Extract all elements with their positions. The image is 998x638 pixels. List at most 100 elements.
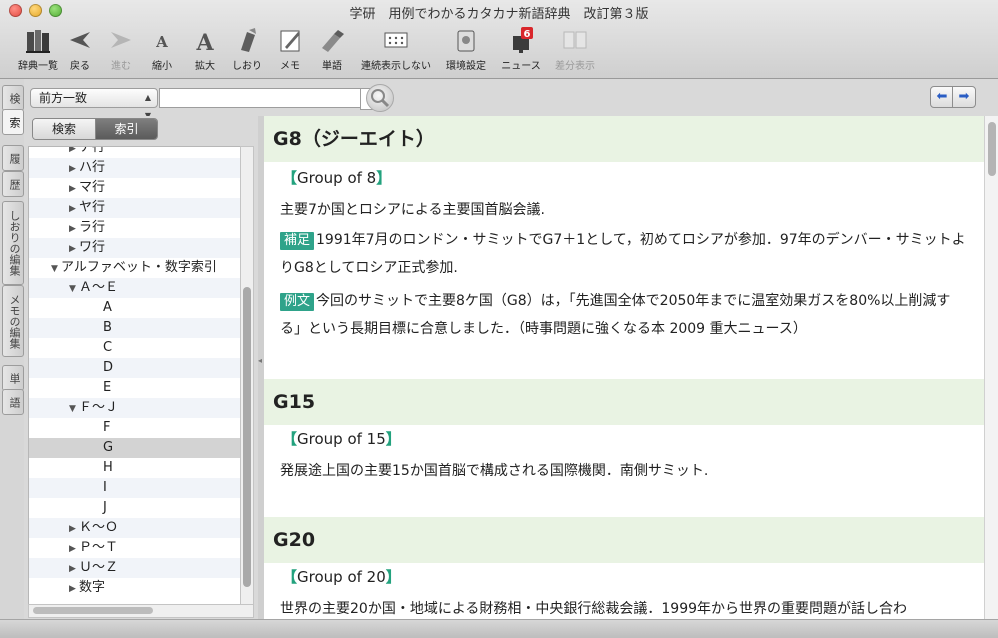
example-tag: 例文 [280,293,315,311]
tree-row[interactable]: ▶ 数字 [29,578,241,598]
tree-row-label: ラ行 [79,220,106,235]
toolbar-continuous-view-button[interactable]: 連続表示しない [361,24,431,74]
news-mailbox-icon: 6 [513,27,533,53]
tree-row[interactable]: A [29,298,241,318]
index-panel: 検索 索引 ▶ ナ行 ▶ ハ行 ▶ マ行 ▶ ヤ行 ▶ ラ行 ▶ ワ行 ▼ アルファベット・数字索引 ▼ Ａ～… [24,116,258,619]
search-input[interactable] [159,88,365,108]
title-bar: 学研 用例でわかるカタカナ新語辞典 改訂第３版 [0,0,998,22]
status-bar [0,619,998,638]
tree-row-label: J [103,500,107,515]
headword-text: G8（ジーエイト） [273,128,435,150]
headword-text: G20 [273,529,316,551]
side-tab-word-1[interactable]: 単 [2,365,24,391]
match-mode-select[interactable]: 前方一致 ▲▼ [30,88,158,120]
tree-row[interactable]: ▶ ヤ行 [29,198,241,218]
font-smaller-icon: A [155,33,168,51]
side-tab-history-1[interactable]: 履 [2,145,24,171]
disclosure-closed-icon[interactable]: ▶ [69,159,79,179]
tree-row[interactable]: ▶ ハ行 [29,158,241,178]
tree-row[interactable]: ▶ Ｐ～Ｔ [29,538,241,558]
entry-headword: G15 [264,379,984,425]
scroll-thumb[interactable] [33,607,153,614]
match-mode-value: 前方一致 [39,91,88,105]
entry-headword: G8（ジーエイト） [264,116,984,162]
tree-row-label: Ｆ～Ｊ [79,400,119,415]
disclosure-open-icon[interactable]: ▼ [51,259,61,279]
side-tab-memo-edit[interactable]: メモの編集 [2,285,24,357]
tree-row[interactable]: I [29,478,241,498]
disclosure-closed-icon[interactable]: ▶ [69,519,79,539]
tree-row[interactable]: G [29,438,241,458]
disclosure-closed-icon[interactable]: ▶ [69,559,79,579]
supplement-tag: 補足 [280,232,315,250]
continuous-view-icon [384,32,408,48]
index-tree-horizontal-scrollbar[interactable] [28,604,254,618]
index-tree-vertical-scrollbar[interactable] [240,146,254,606]
tree-row[interactable]: ▶ ナ行 [29,147,241,158]
entry-definition: 世界の主要20か国・地域による財務相・中央銀行総裁会議．1999年から世界の重要… [280,601,908,617]
tree-row[interactable]: ▼ Ａ～Ｅ [29,278,241,298]
bracket-close: 】 [376,169,392,187]
headword-text: G15 [273,391,316,413]
disclosure-closed-icon[interactable]: ▶ [69,539,79,559]
bracket-close: 】 [385,568,401,586]
entry-view: G8（ジーエイト） 【Group of 8】 主要7か国とロシアによる主要国首脳… [264,116,984,619]
toolbar-diff-view-button[interactable]: 差分表示 [547,24,603,74]
tree-row-label: I [103,480,107,495]
panel-segmented-control: 検索 索引 [32,118,158,140]
entry-english-name: 【Group of 20】 [282,566,401,588]
tree-row-label: マ行 [79,180,106,195]
search-button[interactable] [366,84,394,112]
scroll-thumb[interactable] [243,287,251,587]
tree-row[interactable]: ▶ Ｕ～Ｚ [29,558,241,578]
history-back-button[interactable]: ⬅ [930,86,954,108]
tree-row-label: Ｕ～Ｚ [79,560,119,575]
disclosure-closed-icon[interactable]: ▶ [69,219,79,239]
segment-search[interactable]: 検索 [33,119,96,139]
arrow-right-icon: ➡ [958,89,970,104]
side-tab-search-1[interactable]: 検 [2,85,24,111]
tree-row-label: 数字 [79,580,106,595]
tree-row[interactable]: J [29,498,241,518]
tree-row-label: C [103,340,113,355]
disclosure-closed-icon[interactable]: ▶ [69,179,79,199]
bracket-open: 【 [282,169,298,187]
history-forward-button[interactable]: ➡ [952,86,976,108]
svg-text:A: A [195,30,214,54]
bracket-open: 【 [282,430,298,448]
side-tab-bookmark-edit[interactable]: しおりの編集 [2,201,24,285]
tree-row-label: D [103,360,114,375]
tree-row[interactable]: C [29,338,241,358]
toolbar-word-button[interactable]: 単語 [304,24,360,74]
entry-headword: G20 [264,517,984,563]
tree-row[interactable]: E [29,378,241,398]
tree-row[interactable]: ▶ マ行 [29,178,241,198]
side-tab-search-2[interactable]: 索 [2,109,24,135]
scroll-thumb[interactable] [988,122,996,176]
books-icon [26,30,50,53]
segment-index[interactable]: 索引 [96,119,157,139]
disclosure-closed-icon[interactable]: ▶ [69,199,79,219]
window-chrome: 学研 用例でわかるカタカナ新語辞典 改訂第３版 辞典一覧 戻る 進む A 縮小 … [0,0,998,79]
tree-row[interactable]: ▶ ワ行 [29,238,241,258]
tree-row[interactable]: ▼ Ｆ～Ｊ [29,398,241,418]
disclosure-open-icon[interactable]: ▼ [69,279,79,299]
tree-row[interactable]: ▶ Ｋ～Ｏ [29,518,241,538]
window-title: 学研 用例でわかるカタカナ新語辞典 改訂第３版 [349,7,649,22]
disclosure-closed-icon[interactable]: ▶ [69,579,79,599]
example-text: 今回のサミットで主要8ケ国（G8）は，「先進国全体で2050年までに温室効果ガス… [280,293,951,337]
side-tab-history-2[interactable]: 歴 [2,171,24,197]
side-tab-word-2[interactable]: 語 [2,389,24,415]
tree-row-label: A [103,300,112,315]
tree-row[interactable]: ▼ アルファベット・数字索引 [29,258,241,278]
entry-english-name: 【Group of 15】 [282,428,401,450]
tree-row[interactable]: ▶ ラ行 [29,218,241,238]
tree-row[interactable]: B [29,318,241,338]
disclosure-closed-icon[interactable]: ▶ [69,239,79,259]
tree-row[interactable]: F [29,418,241,438]
tree-row[interactable]: D [29,358,241,378]
word-icon [322,30,344,52]
entry-view-scrollbar[interactable] [984,116,998,619]
disclosure-open-icon[interactable]: ▼ [69,399,79,419]
tree-row[interactable]: H [29,458,241,478]
